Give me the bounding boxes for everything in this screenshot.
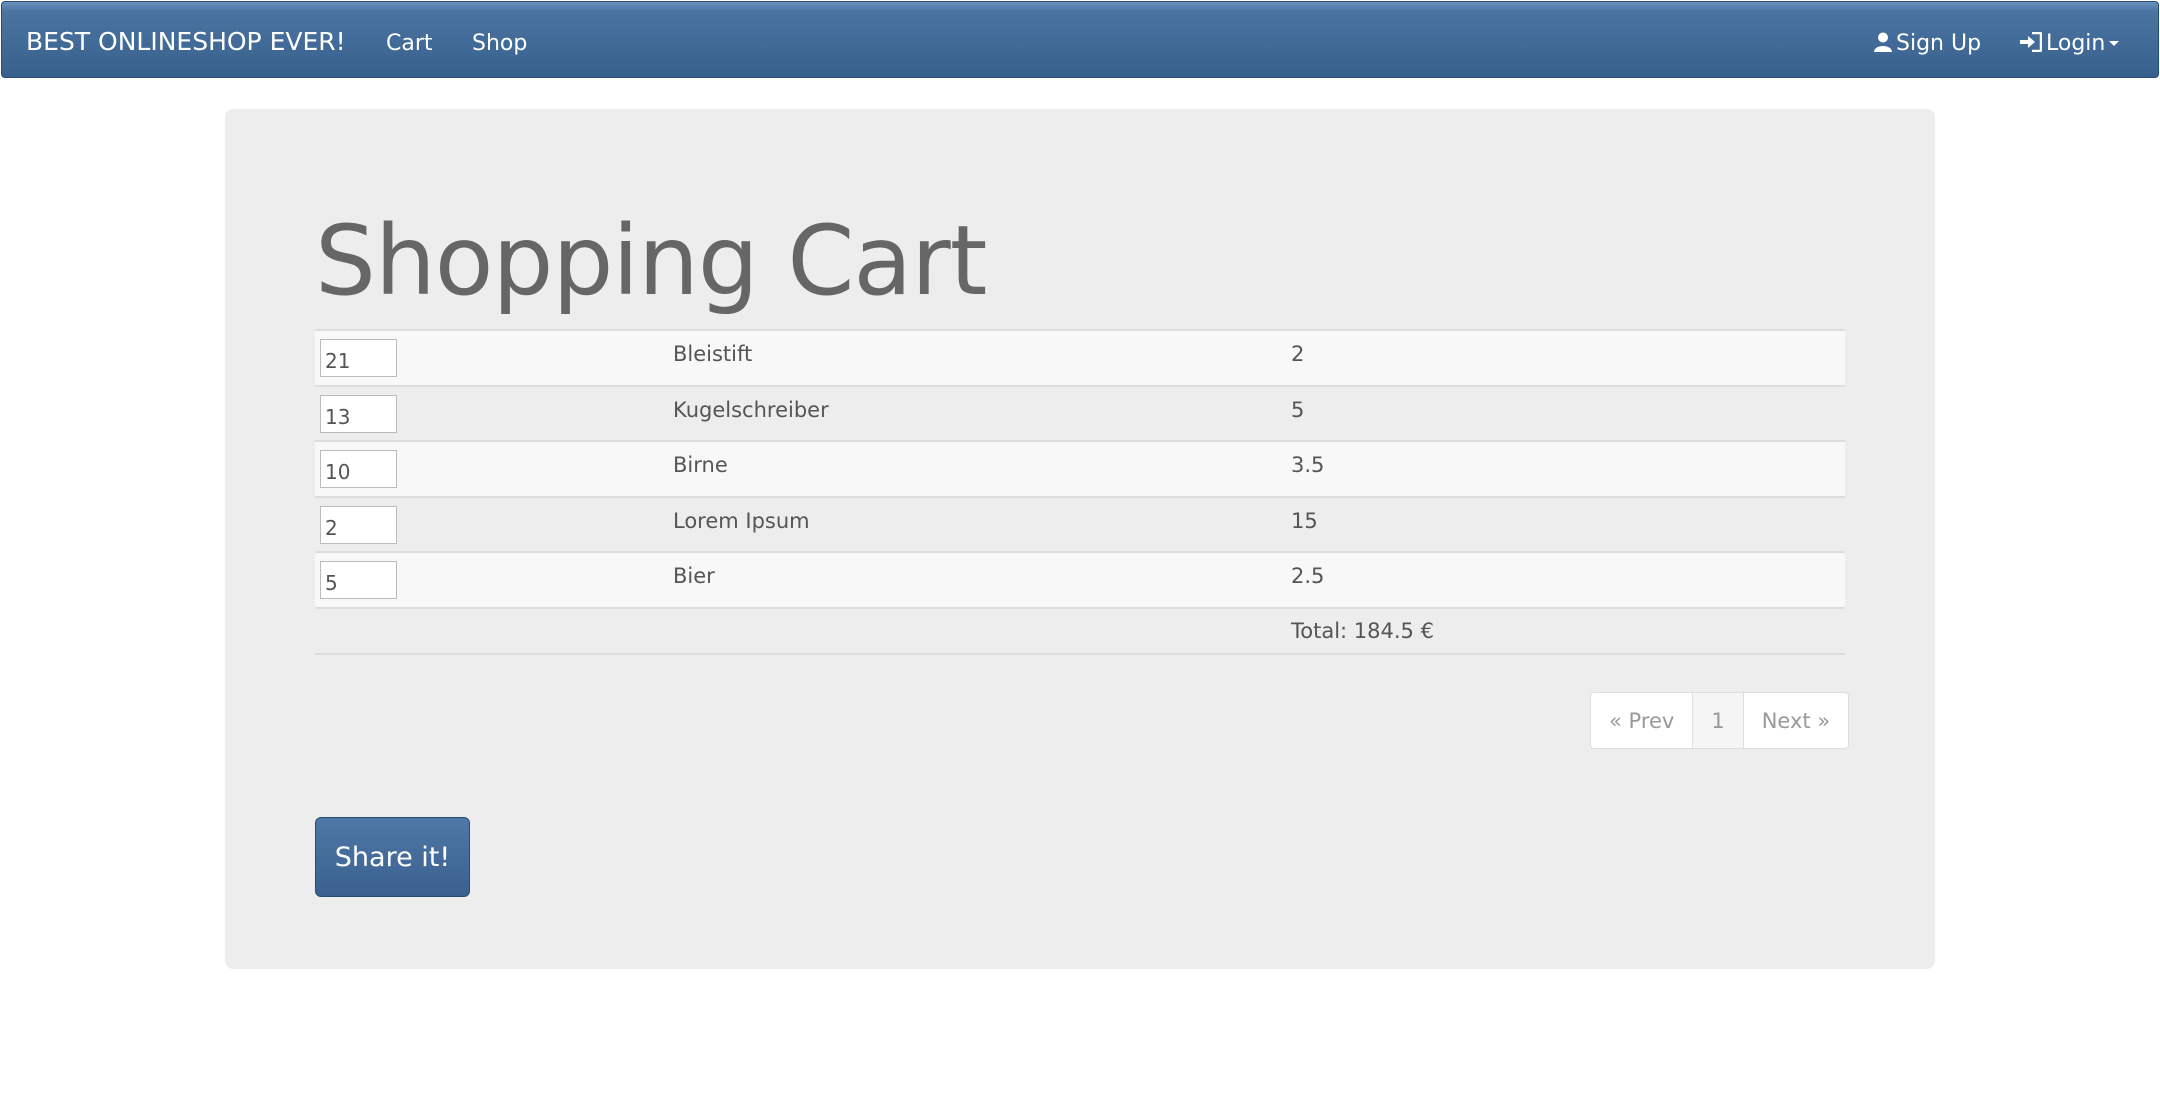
signup-link[interactable]: Sign Up <box>1874 31 1981 56</box>
nav-cart-link[interactable]: Cart <box>386 31 433 56</box>
item-name: Bier <box>673 564 715 588</box>
next-page-button[interactable]: Next » <box>1743 692 1850 749</box>
quantity-input[interactable] <box>320 561 397 599</box>
item-price: 15 <box>1291 508 1318 533</box>
share-button[interactable]: Share it! <box>315 817 470 897</box>
login-dropdown[interactable]: Login <box>2020 31 2120 56</box>
pagination: « Prev 1 Next » <box>1590 692 1850 749</box>
table-row: Bier 2.5 <box>315 552 1845 608</box>
quantity-input[interactable] <box>320 450 397 488</box>
current-page[interactable]: 1 <box>1693 692 1744 749</box>
brand-link[interactable]: BEST ONLINESHOP EVER! <box>26 27 346 56</box>
item-price: 3.5 <box>1291 453 1325 477</box>
item-price: 2.5 <box>1291 564 1325 588</box>
caret-down-icon <box>2109 41 2120 46</box>
table-row: Birne 3.5 <box>315 441 1845 497</box>
prev-page-button[interactable]: « Prev <box>1590 692 1694 749</box>
cart-total: Total: 184.5 € <box>1291 618 1434 643</box>
quantity-input[interactable] <box>320 394 397 433</box>
item-name: Lorem Ipsum <box>673 508 810 533</box>
table-row: Lorem Ipsum 15 <box>315 496 1845 552</box>
item-price: 2 <box>1291 342 1305 366</box>
cart-panel: Shopping Cart Bleistift 2 Kugelschreiber… <box>225 109 1935 969</box>
item-name: Kugelschreiber <box>673 397 829 422</box>
page-title: Shopping Cart <box>315 205 987 317</box>
login-label: Login <box>2046 31 2106 56</box>
signup-label: Sign Up <box>1896 31 1982 56</box>
cart-table: Bleistift 2 Kugelschreiber 5 Birne 3.5 L… <box>315 329 1845 655</box>
nav-shop-link[interactable]: Shop <box>472 31 527 56</box>
item-name: Birne <box>673 453 728 477</box>
quantity-input[interactable] <box>320 505 397 544</box>
total-row: Total: 184.5 € <box>315 607 1845 654</box>
quantity-input[interactable] <box>320 339 397 377</box>
navbar: BEST ONLINESHOP EVER! Cart Shop Sign Up … <box>1 1 2159 78</box>
item-name: Bleistift <box>673 342 753 366</box>
user-icon <box>1874 32 1892 52</box>
item-price: 5 <box>1291 397 1305 422</box>
table-row: Bleistift 2 <box>315 330 1845 386</box>
table-row: Kugelschreiber 5 <box>315 385 1845 441</box>
login-icon <box>2020 32 2042 52</box>
